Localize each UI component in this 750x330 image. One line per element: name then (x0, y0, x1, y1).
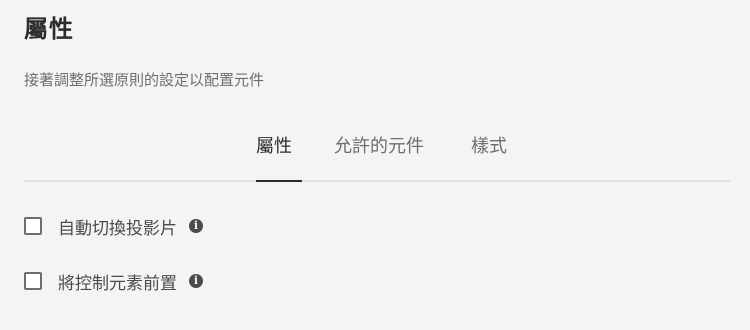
tab-allowed-components[interactable]: 允許的元件 (334, 130, 424, 180)
autoplay-slides-option: 自動切換投影片 i (24, 212, 203, 240)
tab-bar: 屬性 允許的元件 樣式 (24, 130, 730, 182)
info-icon[interactable]: i (189, 274, 203, 288)
policy-properties-panel: 屬性 接著調整所選原則的設定以配置元件 屬性 允許的元件 樣式 自動切換投影片 … (0, 0, 750, 330)
controls-prepended-option: 將控制元素前置 i (24, 267, 203, 295)
autoplay-slides-checkbox[interactable] (24, 217, 42, 235)
tab-properties[interactable]: 屬性 (256, 130, 302, 182)
autoplay-slides-label[interactable]: 自動切換投影片 (58, 214, 177, 239)
info-icon[interactable]: i (189, 219, 203, 233)
controls-prepended-label[interactable]: 將控制元素前置 (58, 269, 177, 294)
controls-prepended-checkbox[interactable] (24, 272, 42, 290)
tab-styles[interactable]: 樣式 (471, 130, 507, 180)
page-subtitle: 接著調整所選原則的設定以配置元件 (24, 71, 265, 89)
page-title: 屬性 (24, 15, 74, 43)
